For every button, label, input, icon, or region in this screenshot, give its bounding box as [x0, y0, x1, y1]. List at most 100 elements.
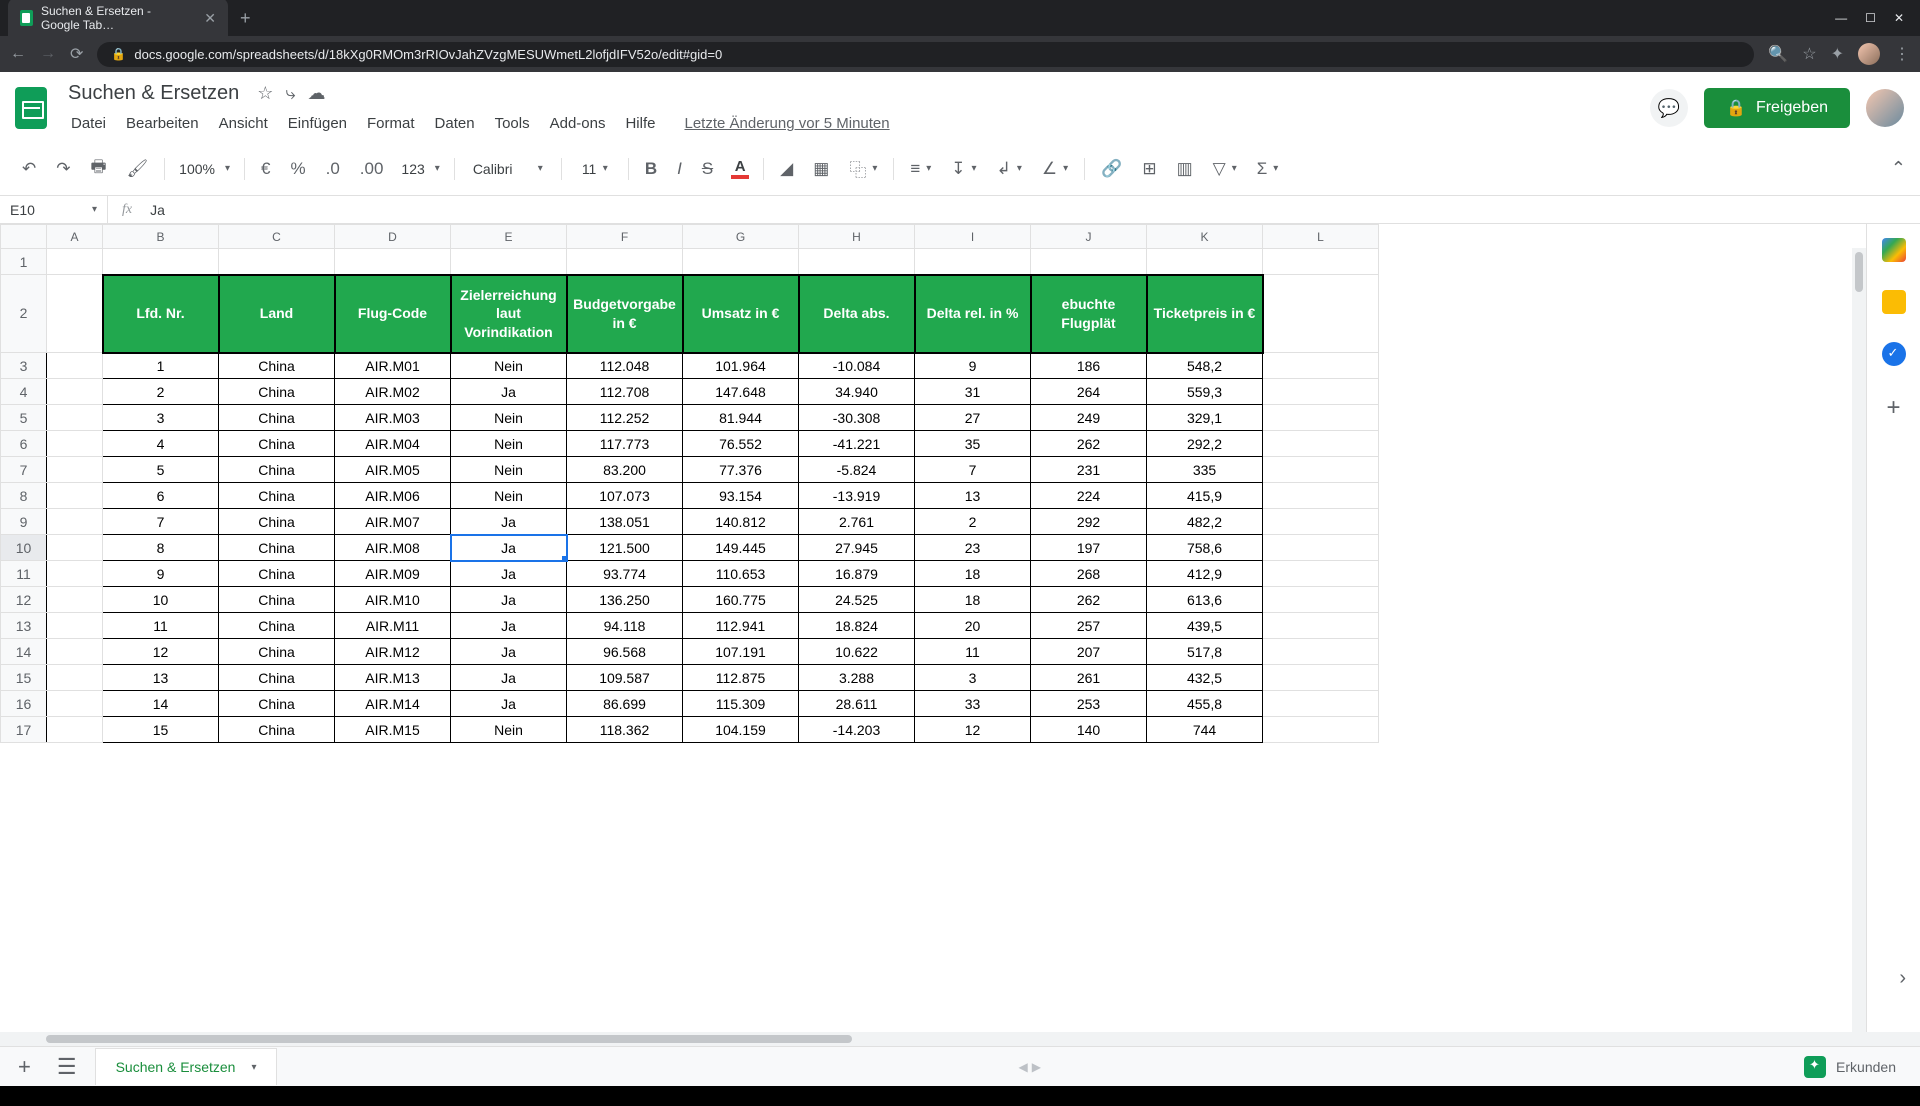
cell-J14[interactable]: 207 [1031, 639, 1147, 665]
cell-H13[interactable]: 18.824 [799, 613, 915, 639]
fill-color-button[interactable]: ◢ [772, 153, 801, 185]
cell-K8[interactable]: 415,9 [1147, 483, 1263, 509]
row-header-5[interactable]: 5 [1, 405, 47, 431]
cell-L15[interactable] [1263, 665, 1379, 691]
cell-B6[interactable]: 4 [103, 431, 219, 457]
cell-A14[interactable] [47, 639, 103, 665]
cell-B1[interactable] [103, 249, 219, 275]
cell-J17[interactable]: 140 [1031, 717, 1147, 743]
cell-G6[interactable]: 76.552 [683, 431, 799, 457]
cell-A2[interactable] [47, 275, 103, 353]
cell-E4[interactable]: Ja [451, 379, 567, 405]
cell-D5[interactable]: AIR.M03 [335, 405, 451, 431]
cell-J13[interactable]: 257 [1031, 613, 1147, 639]
increase-decimal-button[interactable]: .00 [352, 153, 392, 185]
row-header-2[interactable]: 2 [1, 275, 47, 353]
halign-button[interactable]: ≡▾ [902, 153, 939, 185]
cell-H2[interactable]: Delta abs. [799, 275, 915, 353]
tasks-icon[interactable] [1882, 342, 1906, 366]
cell-K14[interactable]: 517,8 [1147, 639, 1263, 665]
cell-D15[interactable]: AIR.M13 [335, 665, 451, 691]
cell-F16[interactable]: 86.699 [567, 691, 683, 717]
cell-F6[interactable]: 117.773 [567, 431, 683, 457]
cell-I16[interactable]: 33 [915, 691, 1031, 717]
text-color-button[interactable]: A [725, 156, 755, 181]
cell-I11[interactable]: 18 [915, 561, 1031, 587]
new-tab-button[interactable]: + [240, 8, 251, 29]
add-addon-icon[interactable]: + [1886, 394, 1900, 422]
close-tab-icon[interactable]: ✕ [204, 10, 216, 27]
cell-A16[interactable] [47, 691, 103, 717]
cell-K6[interactable]: 292,2 [1147, 431, 1263, 457]
cell-H12[interactable]: 24.525 [799, 587, 915, 613]
cell-G8[interactable]: 93.154 [683, 483, 799, 509]
cell-G2[interactable]: Umsatz in € [683, 275, 799, 353]
cell-B14[interactable]: 12 [103, 639, 219, 665]
cell-H3[interactable]: -10.084 [799, 353, 915, 379]
cell-B16[interactable]: 14 [103, 691, 219, 717]
cell-B5[interactable]: 3 [103, 405, 219, 431]
chrome-profile-avatar[interactable] [1858, 43, 1880, 65]
cell-J4[interactable]: 264 [1031, 379, 1147, 405]
move-icon[interactable]: ⤷ [285, 83, 295, 104]
cell-F10[interactable]: 121.500 [567, 535, 683, 561]
cell-K9[interactable]: 482,2 [1147, 509, 1263, 535]
minimize-icon[interactable]: — [1835, 11, 1847, 25]
row-header-3[interactable]: 3 [1, 353, 47, 379]
cell-E11[interactable]: Ja [451, 561, 567, 587]
cell-G5[interactable]: 81.944 [683, 405, 799, 431]
cell-H1[interactable] [799, 249, 915, 275]
cell-K1[interactable] [1147, 249, 1263, 275]
cell-K17[interactable]: 744 [1147, 717, 1263, 743]
row-header-13[interactable]: 13 [1, 613, 47, 639]
cell-D7[interactable]: AIR.M05 [335, 457, 451, 483]
row-header-10[interactable]: 10 [1, 535, 47, 561]
add-sheet-button[interactable]: + [10, 1050, 39, 1084]
cell-K16[interactable]: 455,8 [1147, 691, 1263, 717]
cell-H15[interactable]: 3.288 [799, 665, 915, 691]
bookmark-icon[interactable]: ☆ [1802, 44, 1816, 64]
cell-A5[interactable] [47, 405, 103, 431]
cell-I14[interactable]: 11 [915, 639, 1031, 665]
comments-button[interactable]: 💬 [1650, 89, 1688, 127]
star-icon[interactable]: ☆ [257, 83, 273, 104]
cell-C17[interactable]: China [219, 717, 335, 743]
currency-button[interactable]: € [253, 153, 278, 185]
cell-G4[interactable]: 147.648 [683, 379, 799, 405]
cell-B12[interactable]: 10 [103, 587, 219, 613]
col-header-J[interactable]: J [1031, 225, 1147, 249]
cell-C5[interactable]: China [219, 405, 335, 431]
cell-C4[interactable]: China [219, 379, 335, 405]
cell-D10[interactable]: AIR.M08 [335, 535, 451, 561]
cell-D3[interactable]: AIR.M01 [335, 353, 451, 379]
cell-H6[interactable]: -41.221 [799, 431, 915, 457]
cell-L1[interactable] [1263, 249, 1379, 275]
extensions-icon[interactable]: ✦ [1831, 44, 1844, 64]
cell-D17[interactable]: AIR.M15 [335, 717, 451, 743]
cell-D6[interactable]: AIR.M04 [335, 431, 451, 457]
cell-D8[interactable]: AIR.M06 [335, 483, 451, 509]
menu-tools[interactable]: Tools [486, 111, 539, 136]
format-select[interactable]: 123▾ [395, 157, 445, 181]
cell-G17[interactable]: 104.159 [683, 717, 799, 743]
cell-C7[interactable]: China [219, 457, 335, 483]
row-header-14[interactable]: 14 [1, 639, 47, 665]
cell-F5[interactable]: 112.252 [567, 405, 683, 431]
cell-L8[interactable] [1263, 483, 1379, 509]
cell-A9[interactable] [47, 509, 103, 535]
last-edit-link[interactable]: Letzte Änderung vor 5 Minuten [684, 115, 889, 132]
cell-H7[interactable]: -5.824 [799, 457, 915, 483]
sheets-logo[interactable] [10, 82, 52, 134]
paint-format-button[interactable]: 🖌 [119, 153, 157, 185]
cell-E7[interactable]: Nein [451, 457, 567, 483]
doc-title[interactable]: Suchen & Ersetzen [62, 80, 245, 107]
cell-J1[interactable] [1031, 249, 1147, 275]
cell-B7[interactable]: 5 [103, 457, 219, 483]
percent-button[interactable]: % [282, 153, 313, 185]
cell-K3[interactable]: 548,2 [1147, 353, 1263, 379]
cell-E15[interactable]: Ja [451, 665, 567, 691]
cell-C9[interactable]: China [219, 509, 335, 535]
functions-button[interactable]: Σ▾ [1249, 153, 1287, 185]
cell-F15[interactable]: 109.587 [567, 665, 683, 691]
cell-F14[interactable]: 96.568 [567, 639, 683, 665]
